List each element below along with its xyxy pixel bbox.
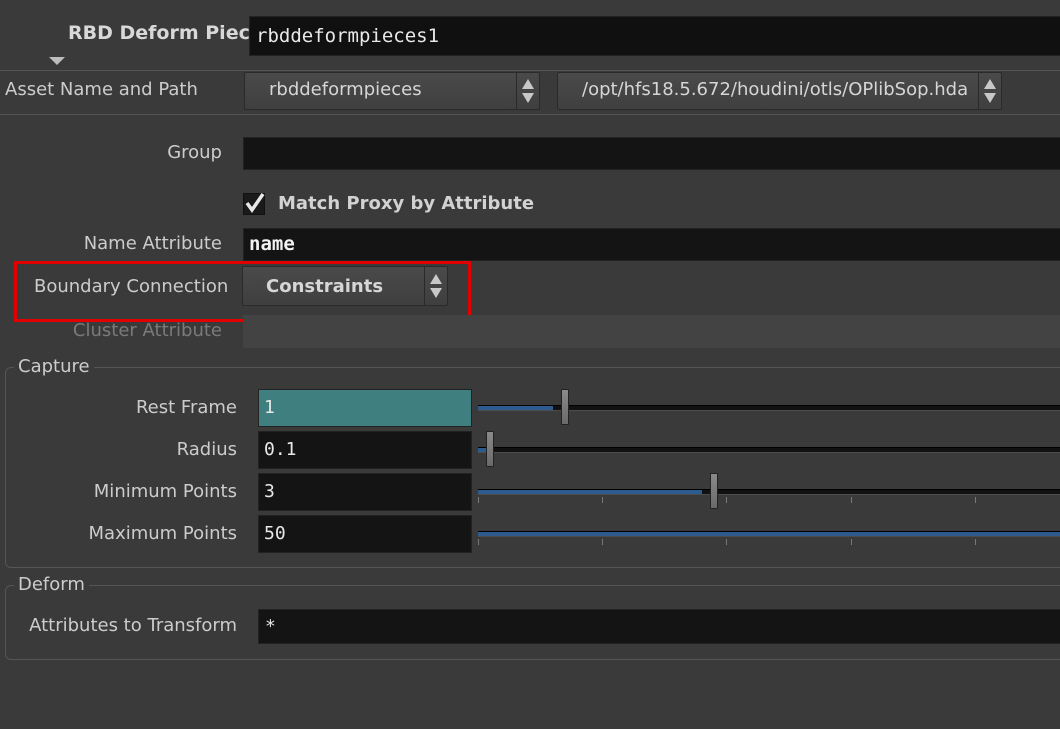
name-attr-value: name — [249, 233, 295, 255]
slider-fill — [478, 406, 553, 410]
spinner-arrows-icon — [516, 73, 539, 109]
slider-tick — [975, 497, 976, 503]
slider-handle[interactable] — [486, 431, 494, 467]
slider-tick — [478, 497, 479, 503]
slider-tick — [602, 497, 603, 503]
match-proxy-label[interactable]: Match Proxy by Attribute — [278, 195, 534, 213]
header-divider — [0, 70, 1060, 71]
asset-divider — [0, 114, 1060, 115]
radius-value: 0.1 — [264, 439, 297, 460]
name-attr-field[interactable]: name — [243, 228, 1060, 261]
group-label: Group — [167, 142, 222, 163]
spinner-arrows-icon — [978, 73, 1001, 109]
radius-label: Radius — [176, 439, 237, 460]
asset-path-text: /opt/hfs18.5.672/houdini/otls/OPlibSop.h… — [582, 79, 969, 100]
capture-sliders — [478, 389, 1060, 553]
slider-fill — [478, 490, 702, 494]
slider-track[interactable] — [478, 447, 1060, 453]
highlight-box — [14, 261, 471, 322]
slider-fill — [478, 532, 1060, 536]
slider-track[interactable] — [478, 531, 1060, 537]
asset-name-menu[interactable]: rbddeformpieces — [244, 72, 540, 110]
min-points-label: Minimum Points — [93, 481, 237, 502]
slider-tick — [478, 539, 479, 545]
slider-fill — [478, 448, 486, 452]
checkmark-icon — [245, 193, 265, 214]
slider-tick — [726, 539, 727, 545]
slider-tick — [851, 539, 852, 545]
rest-frame-label: Rest Frame — [135, 397, 237, 418]
asset-label: Asset Name and Path — [5, 79, 198, 100]
asset-path-menu[interactable]: /opt/hfs18.5.672/houdini/otls/OPlibSop.h… — [557, 72, 1002, 110]
rest-frame-field[interactable]: 1 — [258, 389, 472, 427]
slider-tick — [975, 539, 976, 545]
match-proxy-checkbox[interactable] — [243, 193, 265, 215]
slider-handle[interactable] — [710, 473, 718, 509]
attrs-transform-field[interactable]: * — [258, 609, 1060, 644]
attrs-transform-value: * — [265, 616, 276, 637]
cluster-label: Cluster Attribute — [72, 320, 222, 341]
min-points-field[interactable]: 3 — [258, 473, 472, 511]
attrs-transform-label: Attributes to Transform — [29, 615, 237, 636]
min-points-value: 3 — [264, 481, 275, 502]
capture-title: Capture — [14, 358, 94, 376]
max-points-label: Maximum Points — [88, 523, 237, 544]
name-attr-label: Name Attribute — [83, 233, 222, 254]
node-name-field[interactable]: rbddeformpieces1 — [249, 16, 1060, 56]
slider-tick — [726, 497, 727, 503]
group-field[interactable] — [243, 137, 1060, 170]
slider-tick — [851, 497, 852, 503]
rest-frame-value: 1 — [264, 397, 275, 418]
slider-handle[interactable] — [561, 389, 569, 425]
asset-name-text: rbddeformpieces — [269, 79, 422, 100]
deform-title: Deform — [14, 576, 89, 594]
slider-tick — [602, 539, 603, 545]
max-points-field[interactable]: 50 — [258, 515, 472, 553]
node-name-text: rbddeformpieces1 — [256, 25, 440, 47]
radius-field[interactable]: 0.1 — [258, 431, 472, 469]
node-type-label: RBD Deform Pieces — [68, 22, 275, 44]
max-points-value: 50 — [264, 523, 286, 544]
slider-track[interactable] — [478, 489, 1060, 495]
cluster-field — [243, 315, 1060, 348]
collapse-arrow-icon[interactable] — [48, 52, 66, 65]
